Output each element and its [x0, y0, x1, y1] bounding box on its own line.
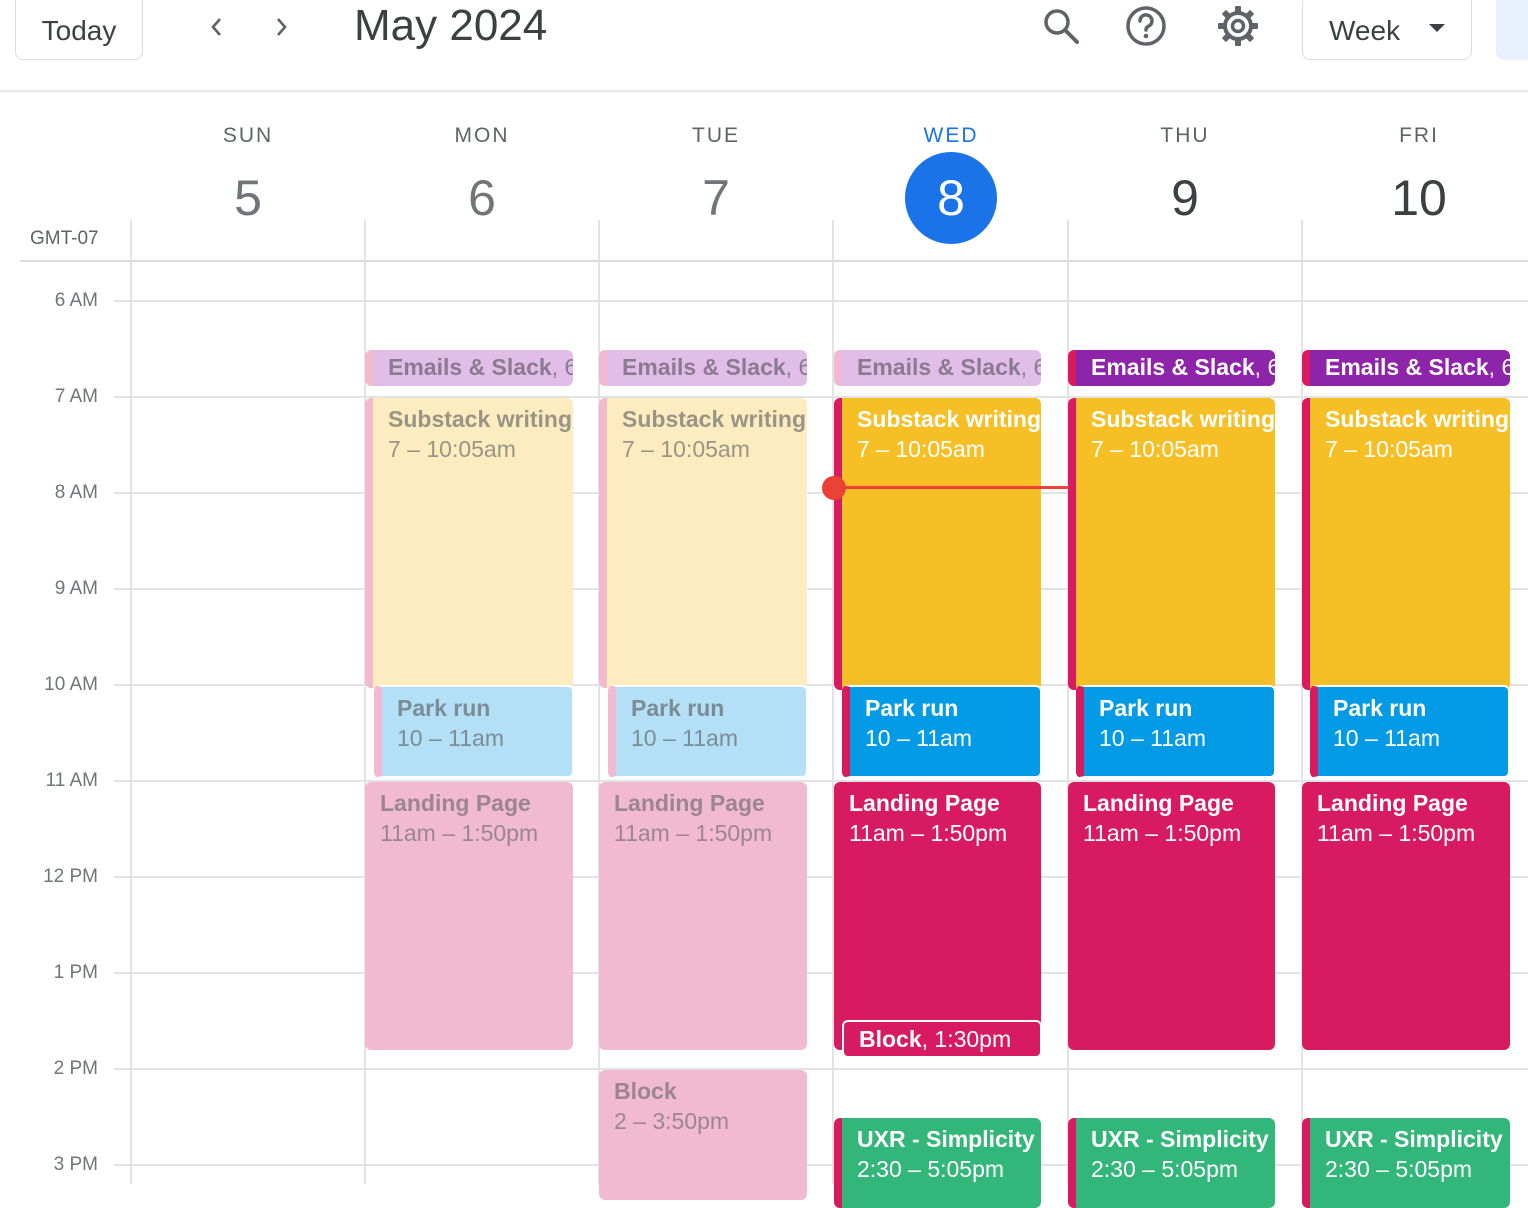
- event-landing-page[interactable]: Landing Page 11am – 1:50pm: [1302, 782, 1510, 1050]
- event-landing-page[interactable]: Landing Page 11am – 1:50pm: [1068, 782, 1275, 1050]
- day-number[interactable]: 10: [1373, 152, 1465, 244]
- day-number[interactable]: 5: [202, 152, 294, 244]
- day-header-mon[interactable]: MON 6: [365, 120, 599, 244]
- event-landing-page[interactable]: Landing Page 11am – 1:50pm: [365, 782, 573, 1050]
- event-uxr-simplicity[interactable]: UXR - Simplicity 2:30 – 5:05pm: [1068, 1118, 1275, 1208]
- gear-icon: [1218, 6, 1258, 46]
- hour-line: [114, 1068, 1528, 1070]
- event-park-run[interactable]: Park run 10 – 11am: [1310, 685, 1510, 778]
- hour-label: 2 PM: [53, 1058, 98, 1079]
- help-button[interactable]: [1122, 2, 1170, 50]
- hour-label: 8 AM: [54, 482, 98, 503]
- help-icon: [1126, 6, 1166, 46]
- hour-line: [114, 300, 1528, 302]
- day-number[interactable]: 7: [670, 152, 762, 244]
- day-header-fri[interactable]: FRI 10: [1302, 120, 1528, 244]
- hour-label: 11 AM: [45, 770, 98, 791]
- event-substack-writing[interactable]: Substack writing 7 – 10:05am: [1068, 398, 1275, 690]
- event-block[interactable]: Block, 1:30pm: [842, 1020, 1042, 1058]
- event-emails-slack[interactable]: Emails & Slack, 6:30am: [1302, 350, 1510, 386]
- event-emails-slack[interactable]: Emails & Slack, 6:30am: [1068, 350, 1275, 386]
- month-title: May 2024: [354, 1, 548, 50]
- event-substack-writing[interactable]: Substack writing 7 – 10:05am: [1302, 398, 1510, 690]
- event-emails-slack[interactable]: Emails & Slack, 6:30am: [365, 350, 573, 386]
- event-park-run[interactable]: Park run 10 – 11am: [608, 685, 808, 778]
- event-park-run[interactable]: Park run 10 – 11am: [842, 685, 1042, 778]
- day-of-week: TUE: [692, 124, 740, 147]
- event-substack-writing[interactable]: Substack writing 7 – 10:05am: [365, 398, 573, 688]
- day-of-week: MON: [454, 124, 510, 147]
- day-header-tue[interactable]: TUE 7: [599, 120, 833, 244]
- hour-label: 7 AM: [54, 386, 98, 407]
- day-number[interactable]: 6: [436, 152, 528, 244]
- chevron-right-icon: [277, 18, 287, 36]
- day-header-thu[interactable]: THU 9: [1068, 120, 1302, 244]
- event-substack-writing[interactable]: Substack writing 7 – 10:05am: [834, 398, 1041, 690]
- search-button[interactable]: [1037, 2, 1085, 50]
- hour-label: 1 PM: [53, 962, 98, 983]
- today-button[interactable]: Today: [15, 0, 143, 60]
- event-uxr-simplicity[interactable]: UXR - Simplicity 2:30 – 5:05pm: [834, 1118, 1041, 1208]
- current-time-dot: [822, 476, 846, 500]
- event-block[interactable]: Block 2 – 3:50pm: [599, 1070, 807, 1200]
- event-emails-slack[interactable]: Emails & Slack, 6:30am: [599, 350, 807, 386]
- event-emails-slack[interactable]: Emails & Slack, 6:30am: [834, 350, 1041, 386]
- hour-label: 3 PM: [53, 1154, 98, 1175]
- hour-label: 9 AM: [54, 578, 98, 599]
- day-number-today[interactable]: 8: [905, 152, 997, 244]
- day-of-week: FRI: [1399, 124, 1439, 147]
- chevron-left-icon: [211, 18, 221, 36]
- day-header-wed[interactable]: WED 8: [834, 120, 1068, 244]
- search-icon: [1044, 9, 1079, 44]
- event-landing-page[interactable]: Landing Page 11am – 1:50pm: [834, 782, 1041, 1050]
- prev-week-button[interactable]: [195, 5, 239, 49]
- hour-label: 10 AM: [44, 674, 98, 695]
- view-selector[interactable]: Week: [1302, 0, 1472, 60]
- event-park-run[interactable]: Park run 10 – 11am: [374, 685, 574, 778]
- event-uxr-simplicity[interactable]: UXR - Simplicity 2:30 – 5:05pm: [1302, 1118, 1510, 1208]
- event-park-run[interactable]: Park run 10 – 11am: [1076, 685, 1276, 778]
- top-bar: Today May 2024 Week: [0, 0, 1528, 92]
- day-of-week: THU: [1160, 124, 1210, 147]
- settings-button[interactable]: [1214, 2, 1262, 50]
- hour-label: 6 AM: [54, 290, 98, 311]
- caret-down-icon: [1429, 24, 1445, 32]
- event-landing-page[interactable]: Landing Page 11am – 1:50pm: [599, 782, 807, 1050]
- day-header-sun[interactable]: SUN 5: [131, 120, 365, 244]
- event-substack-writing[interactable]: Substack writing 7 – 10:05am: [599, 398, 807, 688]
- hour-label: 12 PM: [43, 866, 98, 887]
- day-of-week: SUN: [222, 124, 274, 147]
- view-selector-label: Week: [1329, 15, 1401, 46]
- next-week-button[interactable]: [259, 5, 303, 49]
- day-of-week: WED: [923, 124, 979, 147]
- day-number[interactable]: 9: [1139, 152, 1231, 244]
- column-divider: [130, 220, 132, 1184]
- create-button-partial[interactable]: [1496, 0, 1528, 60]
- timezone-label: GMT-07: [30, 228, 99, 249]
- current-time-line: [833, 486, 1069, 489]
